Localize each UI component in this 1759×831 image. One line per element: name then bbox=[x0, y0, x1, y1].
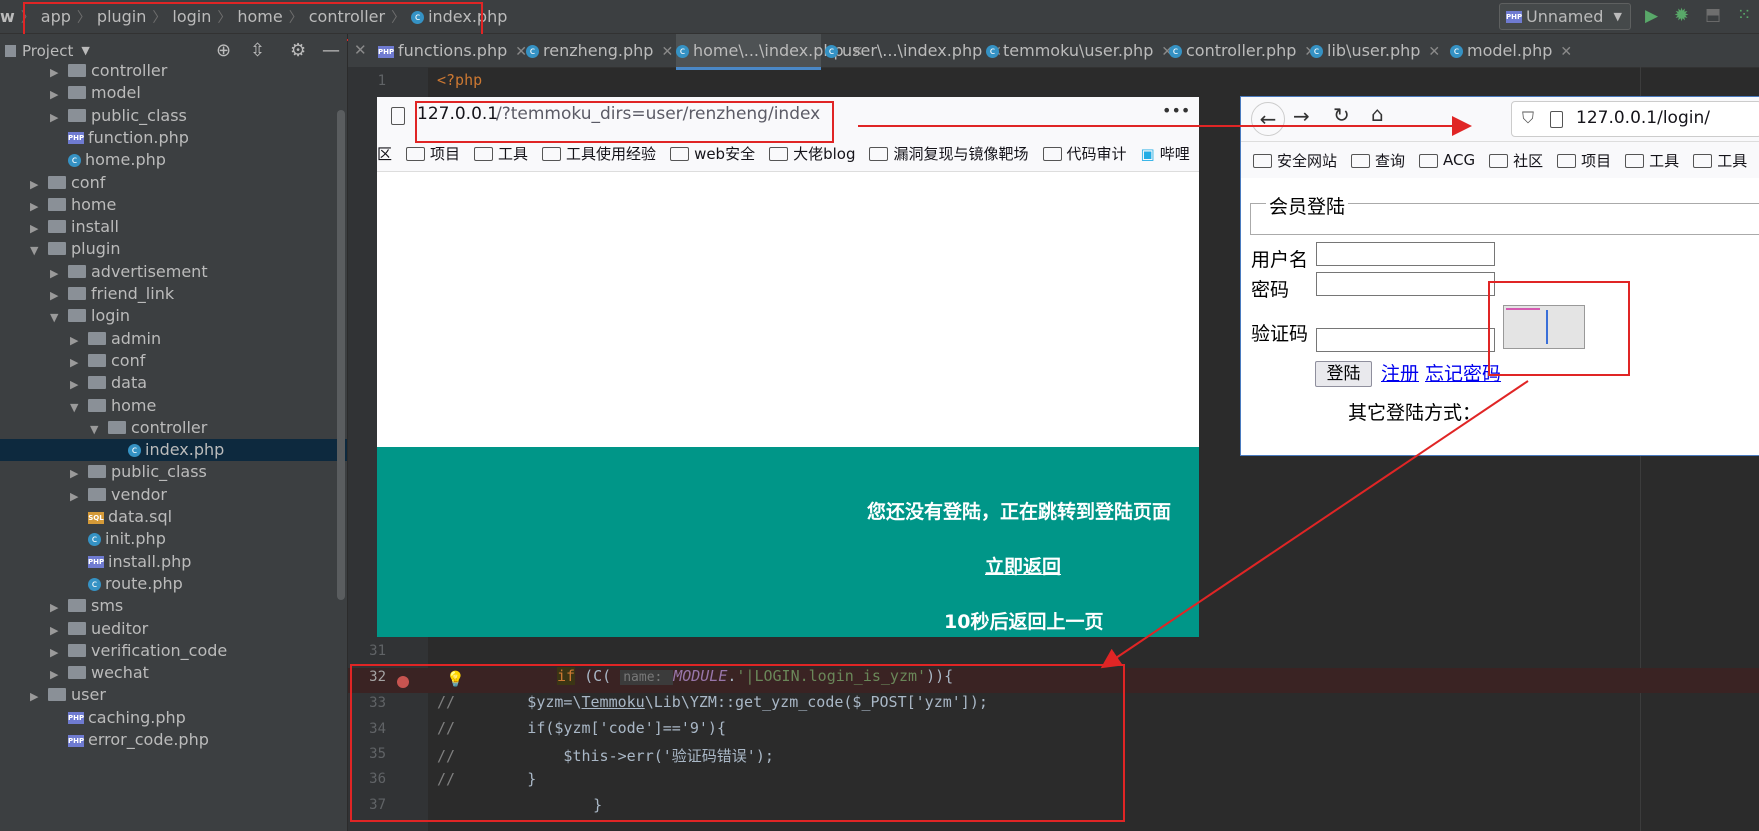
code-line: // } bbox=[437, 770, 536, 788]
code-line: if (C( name: MODULE.'|LOGIN.login_is_yzm… bbox=[557, 667, 953, 685]
code-line: // $yzm=\Temmoku\Lib\YZM::get_yzm_code($… bbox=[437, 693, 988, 711]
code-line: <?php bbox=[437, 71, 483, 89]
code-token: \Lib\YZM::get_yzm_code($_POST['yzm']); bbox=[644, 693, 988, 711]
line-number: 32 bbox=[369, 669, 386, 685]
code-token: (C( bbox=[575, 667, 621, 685]
code-token: if bbox=[557, 667, 576, 685]
code-token: $this->err('验证码错误'); bbox=[455, 747, 774, 765]
code-token: $yzm=\ bbox=[455, 693, 582, 711]
arrow-captcha-to-code bbox=[1100, 380, 1529, 669]
code-token: '|LOGIN.login_is_yzm' bbox=[736, 667, 927, 685]
code-comment-token: // bbox=[437, 719, 456, 737]
code-comment-token: // bbox=[437, 693, 456, 711]
code-token: } bbox=[455, 770, 537, 788]
line-number: 35 bbox=[369, 746, 386, 762]
code-token: if($yzm['code']=='9'){ bbox=[455, 719, 726, 737]
code-line: // $this->err('验证码错误'); bbox=[437, 745, 774, 766]
code-token: } bbox=[557, 796, 603, 814]
line-number: 34 bbox=[369, 721, 386, 737]
line-number: 33 bbox=[369, 695, 386, 711]
line-number: 31 bbox=[369, 643, 386, 659]
code-comment-token: // bbox=[437, 770, 456, 788]
line-number: 1 bbox=[377, 73, 386, 89]
code-token: MODULE bbox=[673, 667, 728, 685]
line-number: 36 bbox=[369, 771, 386, 787]
code-token: name: bbox=[620, 670, 674, 685]
line-number: 37 bbox=[369, 797, 386, 813]
code-line: // if($yzm['code']=='9'){ bbox=[437, 719, 726, 737]
code-comment-token: // bbox=[437, 747, 456, 765]
code-token: Temmoku bbox=[581, 693, 645, 711]
code-line: } bbox=[557, 796, 602, 814]
code-token: )){ bbox=[926, 667, 954, 685]
